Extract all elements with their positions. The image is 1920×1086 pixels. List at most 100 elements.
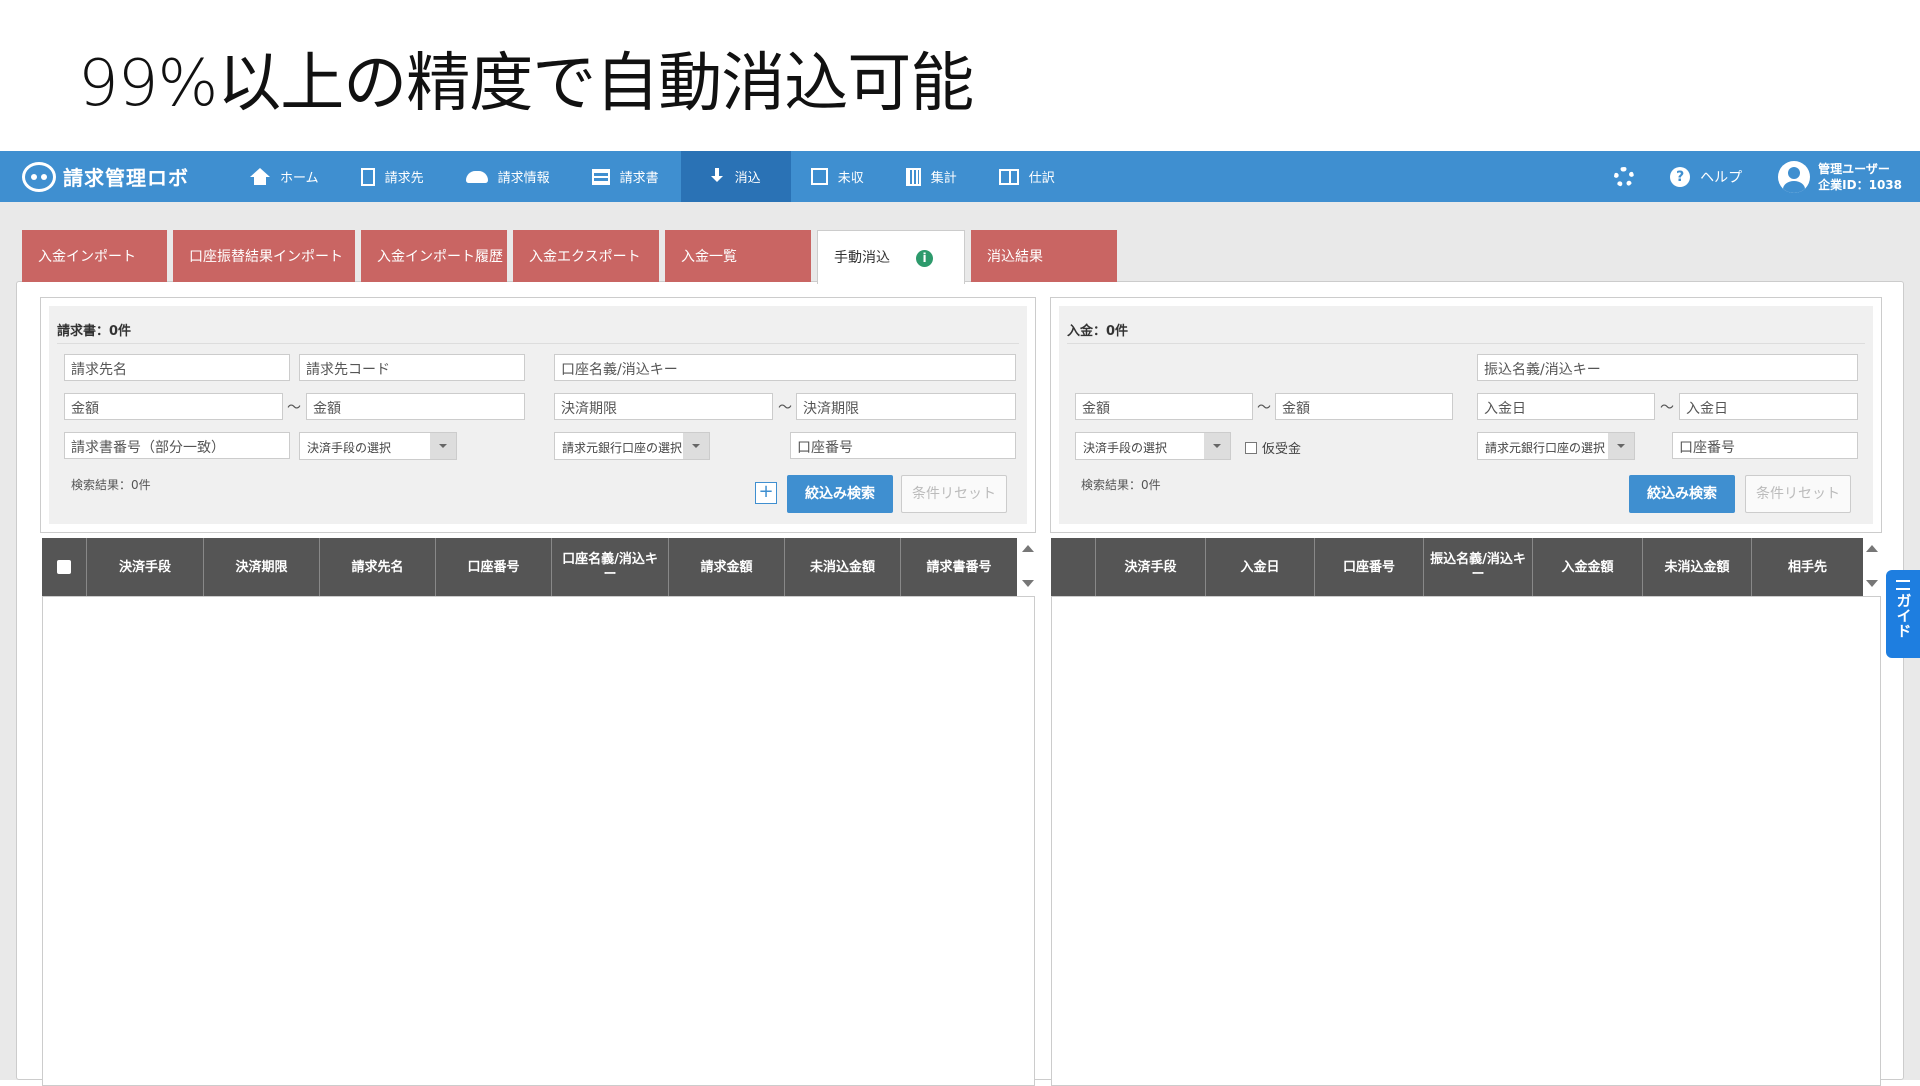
- range-tilde: ～: [287, 400, 301, 416]
- account-number-input[interactable]: 口座番号: [790, 432, 1016, 459]
- nav-item-invoice[interactable]: 請求書: [572, 151, 681, 202]
- help-link[interactable]: ? ヘルプ: [1670, 166, 1743, 187]
- nav-item-reconcile[interactable]: 消込: [680, 151, 791, 202]
- column-header[interactable]: 相手先: [1752, 538, 1863, 596]
- column-header[interactable]: 口座番号: [1315, 538, 1424, 596]
- tab-payment-list[interactable]: 入金一覧: [665, 230, 811, 282]
- account-key-input[interactable]: 口座名義/消込キー: [554, 354, 1016, 381]
- bank-account-select[interactable]: 請求元銀行口座の選択: [1477, 432, 1635, 460]
- tab-import-history[interactable]: 入金インポート履歴: [361, 230, 507, 282]
- nav-item-journal[interactable]: 仕訳: [979, 151, 1077, 202]
- tab-payment-import[interactable]: 入金インポート: [22, 230, 167, 282]
- select-value: 請求元銀行口座の選択: [562, 441, 683, 455]
- column-header[interactable]: 入金日: [1206, 538, 1315, 596]
- date-to-input[interactable]: 入金日: [1679, 393, 1858, 420]
- reset-conditions-button[interactable]: 条件リセット: [901, 475, 1007, 513]
- amount-from-input[interactable]: 金額: [64, 393, 283, 420]
- date-from-input[interactable]: 入金日: [1477, 393, 1655, 420]
- temp-receipt-checkbox[interactable]: 仮受金: [1245, 438, 1301, 457]
- filter-search-button[interactable]: 絞込み検索: [787, 475, 893, 513]
- payment-method-select[interactable]: 決済手段の選択: [1075, 432, 1231, 460]
- nav-label: 集計: [930, 171, 957, 186]
- invoice-number-input[interactable]: 請求書番号（部分一致）: [64, 432, 290, 459]
- checkbox-icon: [810, 168, 828, 185]
- scroll-up-icon[interactable]: [1022, 545, 1034, 552]
- tab-label: 入金インポート履歴: [377, 249, 503, 265]
- amount-to-input[interactable]: 金額: [306, 393, 525, 420]
- guide-button[interactable]: ガイド: [1886, 570, 1920, 658]
- user-menu[interactable]: 管理ユーザー 企業ID：1038: [1778, 160, 1902, 193]
- column-header[interactable]: 決済手段: [87, 538, 204, 596]
- chevron-down-icon: [1608, 433, 1634, 459]
- payment-method-select[interactable]: 決済手段の選択: [299, 432, 457, 460]
- column-header[interactable]: 請求書番号: [901, 538, 1017, 596]
- nav-label: 請求書: [619, 171, 659, 186]
- due-from-input[interactable]: 決済期限: [554, 393, 773, 420]
- company-id: 企業ID：1038: [1818, 177, 1902, 192]
- calculator-icon: [905, 167, 921, 186]
- tab-transfer-result-import[interactable]: 口座振替結果インポート: [173, 230, 355, 282]
- column-header[interactable]: 入金金額: [1533, 538, 1643, 596]
- tab-manual-reconcile[interactable]: 手動消込 i: [817, 230, 965, 284]
- checkbox[interactable]: [1245, 441, 1257, 454]
- nav-label: 仕訳: [1028, 171, 1055, 186]
- tab-label: 口座振替結果インポート: [189, 249, 343, 265]
- column-header[interactable]: 未消込金額: [785, 538, 901, 596]
- column-header[interactable]: 請求先名: [320, 538, 436, 596]
- invoice-search-form: 請求書：0件 請求先名 請求先コード 口座名義/消込キー 金額 ～ 金額 決済期…: [49, 306, 1027, 524]
- filter-search-button[interactable]: 絞込み検索: [1629, 475, 1735, 513]
- top-navbar: 請求管理ロボ ホーム 請求先 請求情報 請求書 消込 未収 集計 仕訳 ? ヘルプ…: [0, 151, 1920, 202]
- brand-name: 請求管理ロボ: [63, 166, 189, 190]
- nav-item-billing-info[interactable]: 請求情報: [446, 151, 572, 202]
- select-all-checkbox[interactable]: [57, 560, 71, 574]
- gear-icon[interactable]: [1614, 166, 1635, 187]
- invoice-grid-body[interactable]: [42, 596, 1035, 1086]
- nav-label: 請求情報: [497, 171, 550, 186]
- add-condition-button[interactable]: +: [755, 482, 777, 504]
- nav-item-home[interactable]: ホーム: [230, 151, 341, 202]
- nav-item-billing-partner[interactable]: 請求先: [341, 151, 446, 202]
- select-value: 請求元銀行口座の選択: [1485, 441, 1606, 455]
- column-header[interactable]: 決済手段: [1096, 538, 1206, 596]
- bank-account-select[interactable]: 請求元銀行口座の選択: [554, 432, 710, 460]
- billing-code-input[interactable]: 請求先コード: [299, 354, 525, 381]
- payment-count-header: 入金：0件: [1067, 320, 1865, 344]
- nav-item-receivable[interactable]: 未収: [791, 151, 886, 202]
- billing-name-input[interactable]: 請求先名: [64, 354, 290, 381]
- tab-payment-export[interactable]: 入金エクスポート: [513, 230, 659, 282]
- search-result-count: 検索結果：0件: [71, 478, 151, 492]
- due-to-input[interactable]: 決済期限: [796, 393, 1016, 420]
- scroll-down-icon[interactable]: [1022, 580, 1034, 587]
- transfer-key-input[interactable]: 振込名義/消込キー: [1477, 354, 1858, 381]
- column-header[interactable]: 口座番号: [436, 538, 552, 596]
- nav-item-summary[interactable]: 集計: [886, 151, 979, 202]
- main-nav: ホーム 請求先 請求情報 請求書 消込 未収 集計 仕訳: [230, 151, 1077, 202]
- nav-right: ? ヘルプ 管理ユーザー 企業ID：1038: [1614, 151, 1920, 202]
- column-header[interactable]: 口座名義/消込キー: [552, 538, 669, 596]
- brand-logo[interactable]: 請求管理ロボ: [22, 161, 210, 192]
- checkbox-label: 仮受金: [1262, 442, 1302, 457]
- column-header[interactable]: 決済期限: [204, 538, 320, 596]
- cloud-icon: [465, 170, 488, 183]
- amount-to-input[interactable]: 金額: [1275, 393, 1453, 420]
- scroll-down-icon[interactable]: [1866, 580, 1878, 587]
- column-header[interactable]: 振込名義/消込キー: [1424, 538, 1533, 596]
- payment-grid-body[interactable]: [1051, 596, 1881, 1086]
- info-icon[interactable]: i: [916, 249, 933, 267]
- payment-search-form: 入金：0件 振込名義/消込キー 金額 ～ 金額 入金日 ～ 入金日 決済手段の選…: [1059, 306, 1873, 524]
- list-icon: [591, 168, 610, 185]
- tab-label: 入金エクスポート: [529, 249, 641, 265]
- scroll-up-icon[interactable]: [1866, 545, 1878, 552]
- avatar: [1778, 160, 1811, 193]
- blank-header-cell: [1051, 538, 1096, 596]
- help-label: ヘルプ: [1700, 169, 1743, 186]
- tab-reconcile-result[interactable]: 消込結果: [971, 230, 1117, 282]
- column-header[interactable]: 請求金額: [669, 538, 785, 596]
- amount-from-input[interactable]: 金額: [1075, 393, 1253, 420]
- column-header[interactable]: 未消込金額: [1643, 538, 1752, 596]
- invoice-grid-header: 決済手段 決済期限 請求先名 口座番号 口座名義/消込キー 請求金額 未消込金額…: [42, 538, 1017, 596]
- account-number-input[interactable]: 口座番号: [1672, 432, 1858, 459]
- user-name: 管理ユーザー: [1818, 161, 1890, 176]
- reset-conditions-button[interactable]: 条件リセット: [1745, 475, 1851, 513]
- download-icon: [709, 167, 725, 186]
